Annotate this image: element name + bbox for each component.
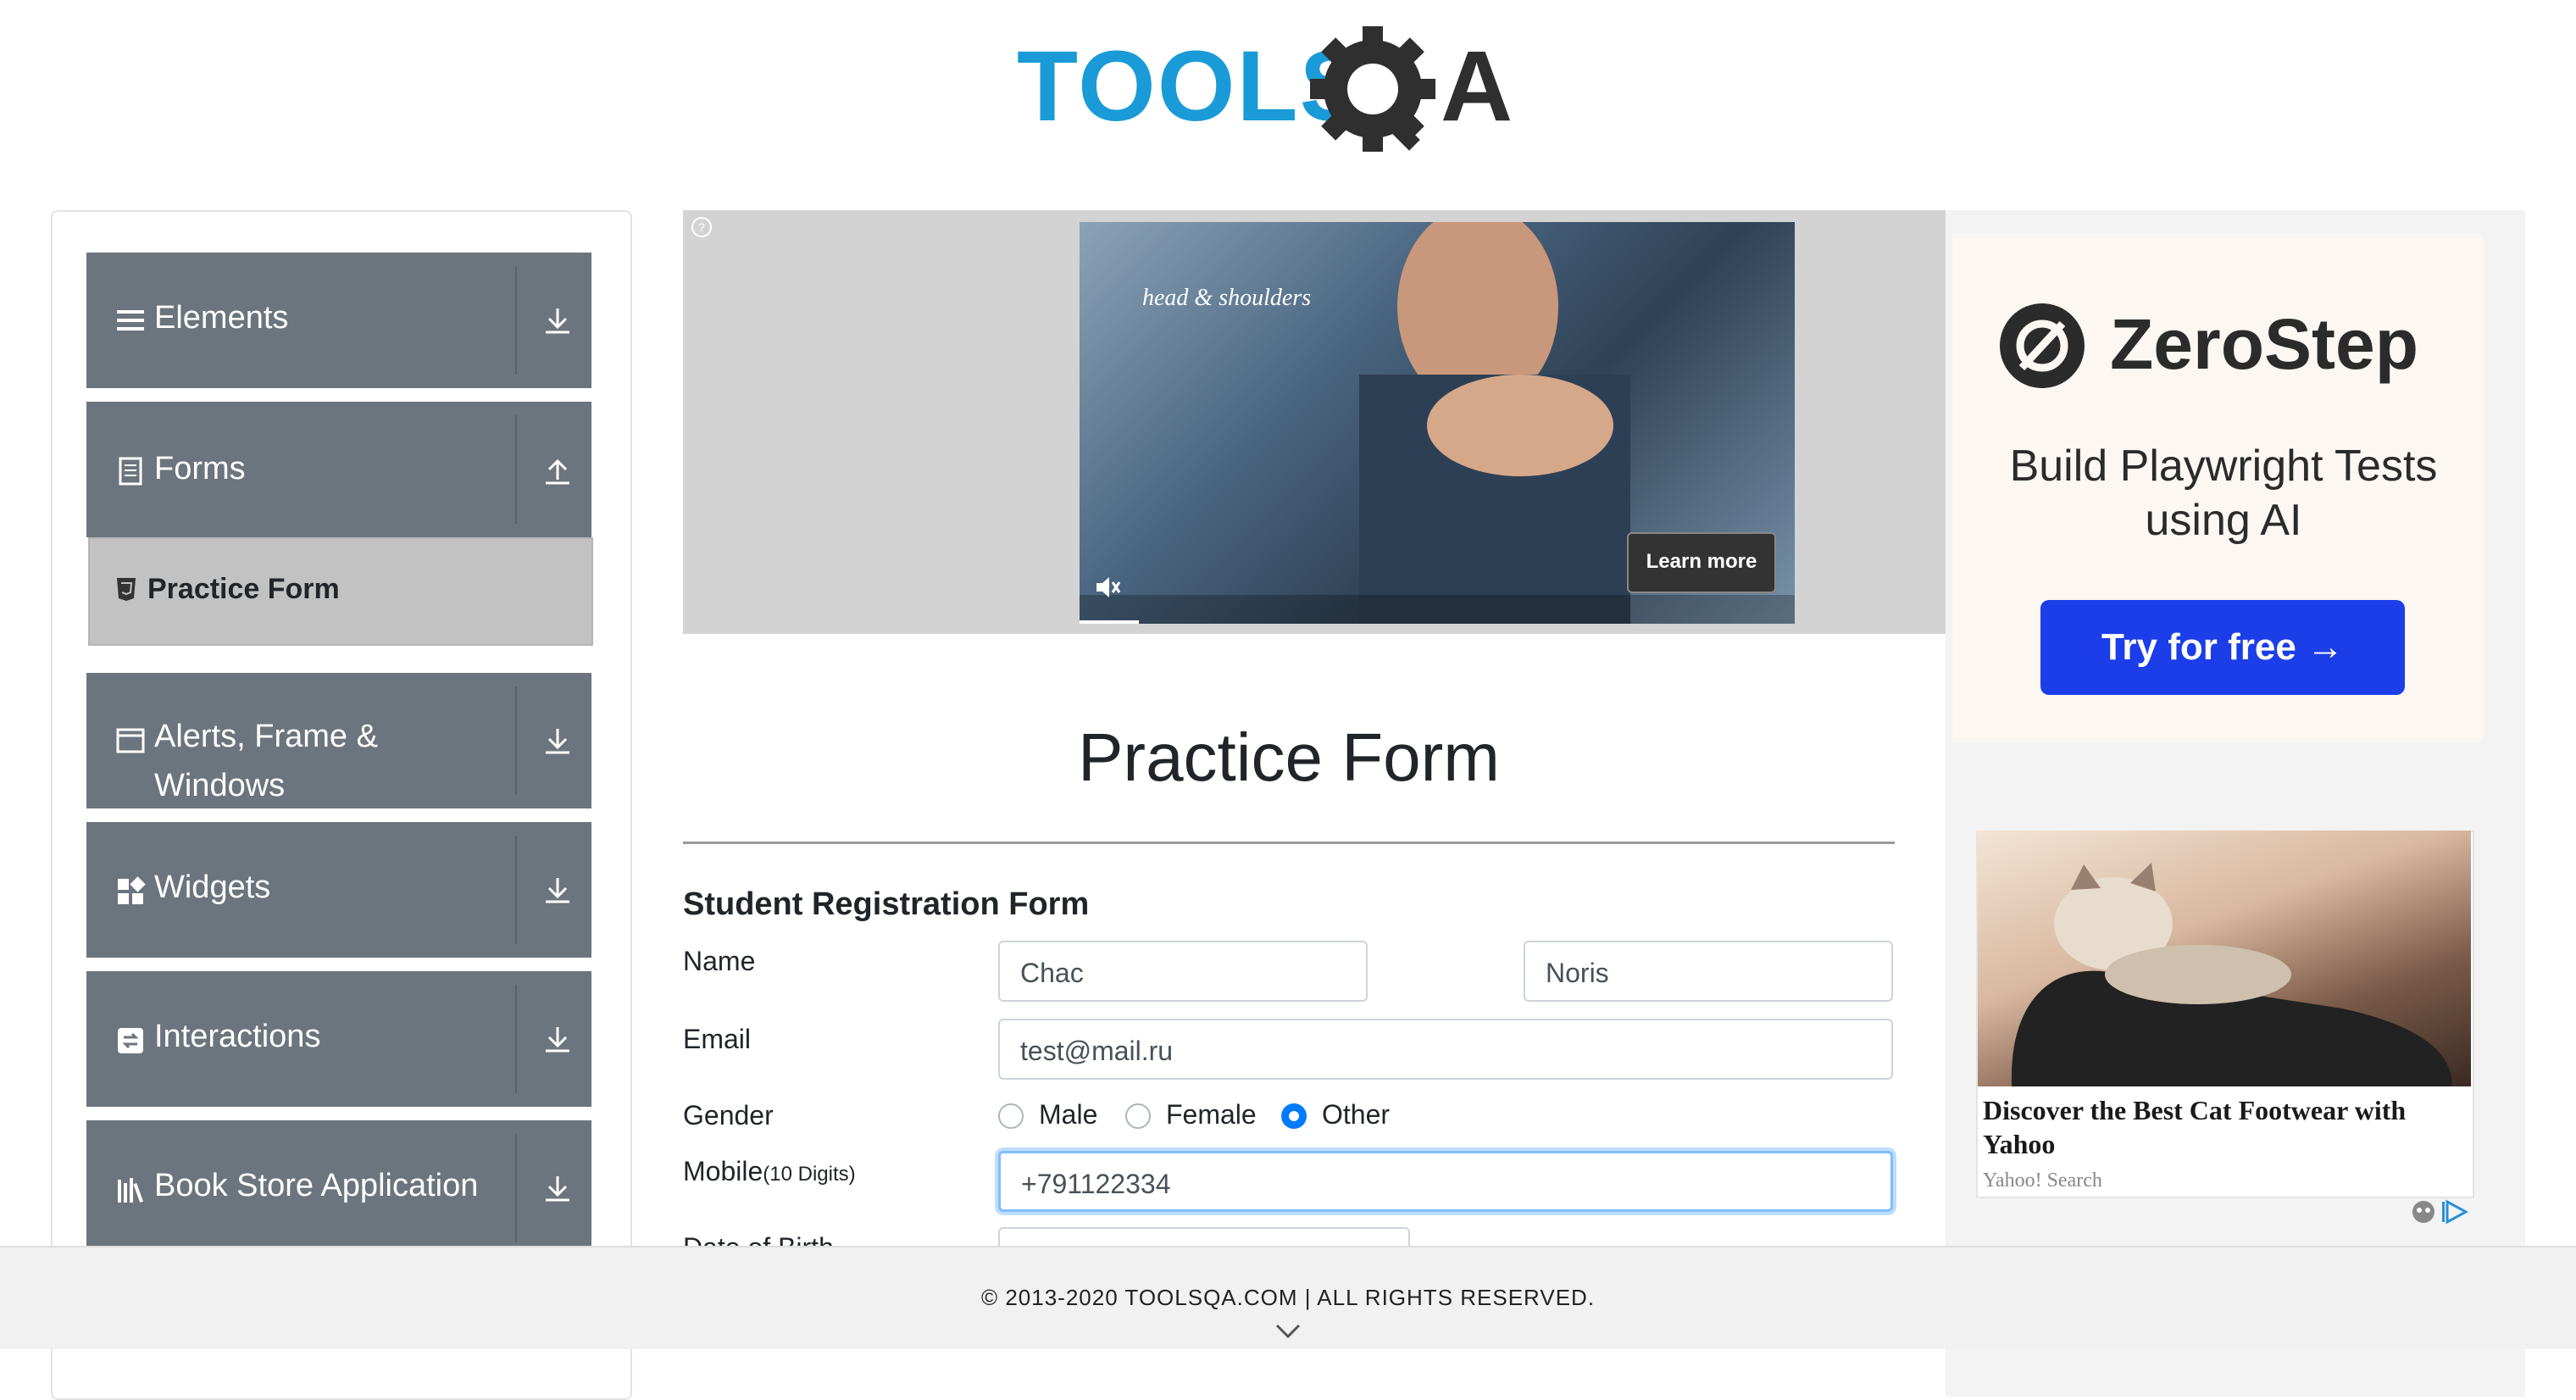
books-icon (118, 1178, 143, 1203)
gender-female-radio[interactable] (1125, 1103, 1151, 1129)
cat-in-shoe-figure (2012, 863, 2452, 1086)
sidebar-group-label-line2: Windows (154, 768, 286, 803)
try-for-free-button[interactable]: Try for free → (2040, 600, 2405, 695)
download-arrow-icon[interactable] (541, 873, 575, 907)
mobile-label: Mobile(10 Digits) (683, 1156, 856, 1187)
sidebar-group-label: Alerts, Frame & (154, 719, 378, 754)
page-title: Practice Form (1078, 719, 1500, 795)
learn-more-button[interactable]: Learn more (1627, 532, 1776, 593)
muted-speaker-icon[interactable] (1093, 573, 1122, 602)
gender-female-label[interactable]: Female (1166, 1099, 1257, 1131)
document-icon (119, 457, 142, 486)
svg-text:?: ? (698, 220, 705, 234)
sidebar-group-alerts-frame-windows[interactable]: Alerts, Frame & Windows (86, 673, 591, 808)
sidebar-item-label: Practice Form (147, 573, 340, 605)
sidebar-group-widgets[interactable]: Widgets (86, 822, 591, 958)
download-arrow-icon[interactable] (541, 724, 575, 758)
window-icon (116, 728, 145, 753)
sidebar-group-label: Interactions (154, 1019, 321, 1054)
sidebar-group-label: Book Store Application (154, 1168, 479, 1203)
sidebar-group-forms[interactable]: Forms (86, 402, 591, 537)
download-arrow-icon[interactable] (541, 1022, 575, 1056)
zerostep-title: ZeroStep (2110, 304, 2419, 384)
toolsqa-logo[interactable]: TOOLS A (1017, 25, 1568, 153)
sidebar-group-book-store-application[interactable]: Book Store Application (86, 1120, 591, 1256)
divider (515, 985, 517, 1093)
email-label: Email (683, 1024, 752, 1054)
gear-magnifier-icon (1310, 26, 1435, 152)
mobile-input[interactable]: +791122334 (998, 1151, 1893, 1212)
divider (683, 842, 1895, 844)
sidebar-group-interactions[interactable]: Interactions (86, 971, 591, 1107)
download-arrow-icon[interactable] (541, 1171, 575, 1205)
divider (515, 1134, 517, 1242)
sidebar-group-label: Elements (154, 300, 289, 336)
upload-arrow-icon[interactable] (541, 454, 575, 488)
cat-ad-source: Yahoo! Search (1983, 1169, 2102, 1192)
sidebar-group-label: Forms (154, 451, 246, 486)
zerostep-logo-icon (2000, 303, 2085, 388)
mobile-label-text: Mobile (683, 1156, 763, 1186)
divider (515, 415, 517, 524)
html5-icon (117, 578, 136, 601)
adchoices-icon[interactable] (2410, 1198, 2473, 1225)
logo-text-a: A (1441, 31, 1513, 142)
gender-other-label[interactable]: Other (1322, 1099, 1390, 1131)
divider (515, 836, 517, 944)
interactions-icon (118, 1028, 143, 1053)
sidebar-group-elements[interactable]: Elements (86, 253, 591, 388)
zerostep-subtitle: Build Playwright Tests using AI (2009, 442, 2438, 545)
sidebar-item-practice-form[interactable]: Practice Form (88, 537, 593, 646)
help-circle-icon[interactable]: ? (690, 215, 713, 239)
cat-ad-title[interactable]: Discover the Best Cat Footwear with Yaho… (1983, 1093, 2457, 1161)
download-arrow-icon[interactable] (541, 303, 575, 337)
divider (515, 686, 517, 795)
gender-male-label[interactable]: Male (1039, 1099, 1097, 1131)
sidebar-group-label: Widgets (154, 869, 271, 905)
name-label: Name (683, 946, 756, 976)
list-icon (117, 310, 144, 331)
widgets-icon (118, 876, 146, 904)
gender-male-radio[interactable] (998, 1103, 1024, 1129)
gender-label: Gender (683, 1100, 774, 1131)
footer-copyright: © 2013-2020 TOOLSQA.COM | ALL RIGHTS RES… (980, 1285, 1596, 1310)
last-name-input[interactable]: Noris (1524, 941, 1893, 1002)
form-title: Student Registration Form (683, 886, 1090, 922)
divider (515, 266, 517, 375)
cat-in-shoe-image[interactable] (1978, 831, 2471, 1086)
mobile-hint: (10 Digits) (763, 1163, 856, 1186)
email-input[interactable]: test@mail.ru (998, 1019, 1893, 1080)
chevron-down-icon[interactable] (1274, 1322, 1302, 1341)
ad-brand-logo: head & shoulders (1142, 285, 1312, 311)
gender-other-radio[interactable] (1281, 1103, 1307, 1129)
first-name-input[interactable]: Chac (998, 941, 1368, 1002)
